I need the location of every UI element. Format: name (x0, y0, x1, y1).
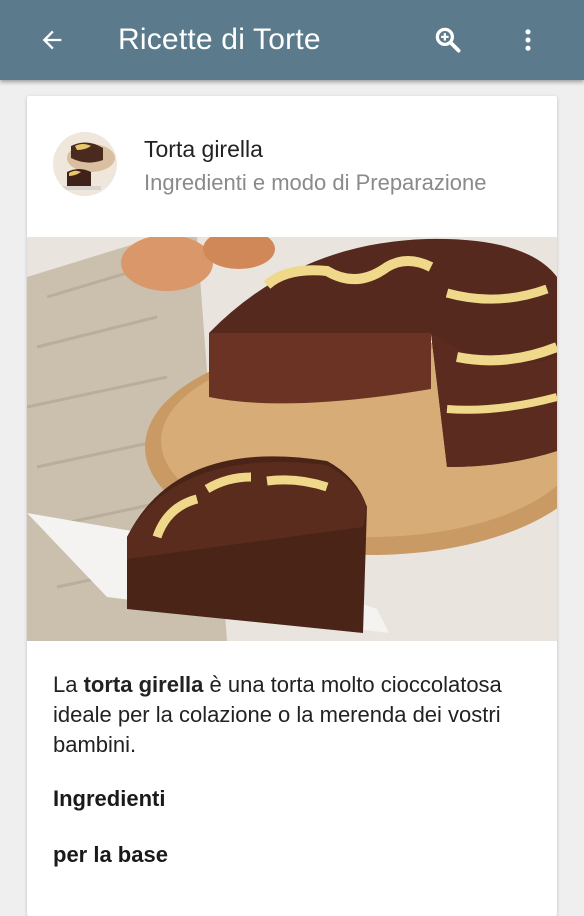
more-options-button[interactable] (508, 20, 548, 60)
search-button[interactable] (428, 20, 468, 60)
app-bar: Ricette di Torte (0, 0, 584, 80)
recipe-subtitle: Ingredienti e modo di Preparazione (144, 170, 487, 195)
app-title: Ricette di Torte (118, 23, 321, 56)
recipe-intro: La torta girella è una torta molto ciocc… (53, 670, 533, 760)
intro-bold: torta girella (83, 672, 204, 697)
recipe-avatar (53, 132, 117, 196)
intro-text: La (53, 672, 84, 697)
more-vert-icon (525, 29, 531, 51)
recipe-photo (27, 237, 557, 641)
arrow-back-icon (42, 30, 62, 50)
recipe-card[interactable]: Torta girella Ingredienti e modo di Prep… (27, 96, 557, 916)
base-heading: per la base (53, 842, 168, 867)
search-icon (435, 27, 461, 53)
back-button[interactable] (32, 20, 72, 60)
recipe-title: Torta girella (144, 136, 263, 162)
ingredients-heading: Ingredienti (53, 786, 166, 811)
